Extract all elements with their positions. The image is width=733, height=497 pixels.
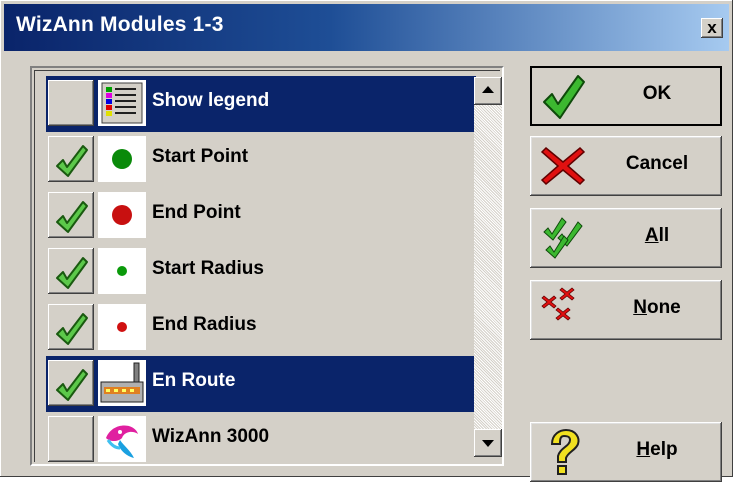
red-small-dot-icon	[98, 304, 146, 350]
list-item-label: End Radius	[152, 314, 257, 335]
checkbox-start-radius[interactable]	[48, 248, 94, 294]
window-title: WizAnn Modules 1-3	[16, 13, 224, 36]
double-checkmark-icon	[543, 217, 583, 259]
list-item-label: WizAnn 3000	[152, 426, 270, 447]
red-x-icon	[540, 146, 586, 186]
dialog-window: WizAnn Modules 1-3 x Show legend Start P…	[0, 0, 733, 482]
checkbox-en-route[interactable]	[48, 360, 94, 406]
checkbox-show-legend[interactable]	[48, 80, 94, 126]
list-item-start-point[interactable]: Start Point	[46, 132, 476, 188]
help-button[interactable]: Help	[530, 422, 722, 482]
list-item-show-legend[interactable]: Show legend	[46, 76, 476, 132]
green-large-dot-icon	[98, 136, 146, 182]
arrow-down-icon	[482, 440, 494, 447]
checkbox-wizann-3000[interactable]	[48, 416, 94, 462]
checkmark-icon	[56, 313, 88, 345]
checkmark-icon	[56, 145, 88, 177]
checkmark-icon	[56, 369, 88, 401]
title-bar[interactable]: WizAnn Modules 1-3 x	[4, 4, 729, 51]
help-label: Help	[636, 439, 678, 460]
list-item-label: Start Point	[152, 146, 249, 167]
green-small-dot-icon	[98, 248, 146, 294]
list-item-label: En Route	[152, 370, 236, 391]
close-button[interactable]: x	[701, 18, 723, 38]
factory-icon	[98, 360, 146, 406]
cancel-button[interactable]: Cancel	[530, 136, 722, 196]
checkbox-end-radius[interactable]	[48, 304, 94, 350]
list-item-start-radius[interactable]: Start Radius	[46, 244, 476, 300]
list-item-end-point[interactable]: End Point	[46, 188, 476, 244]
wizann-logo-icon	[98, 416, 146, 462]
none-label: None	[633, 297, 681, 318]
list-item-label: Show legend	[152, 90, 270, 111]
modules-list: Show legend Start Point End Point Start …	[30, 66, 504, 466]
list-item-label: End Point	[152, 202, 241, 223]
checkbox-start-point[interactable]	[48, 136, 94, 182]
checkmark-icon	[56, 201, 88, 233]
red-large-dot-icon	[98, 192, 146, 238]
legend-icon	[98, 80, 146, 126]
arrow-up-icon	[482, 86, 494, 93]
big-checkmark-icon	[543, 75, 585, 119]
question-mark-icon	[550, 428, 580, 475]
checkbox-end-point[interactable]	[48, 192, 94, 238]
list-item-label: Start Radius	[152, 258, 264, 279]
vertical-scrollbar[interactable]	[474, 77, 502, 457]
all-button[interactable]: All	[530, 208, 722, 268]
checkmark-icon	[56, 257, 88, 289]
multiple-red-x-icon	[541, 287, 575, 321]
list-item-wizann-3000[interactable]: WizAnn 3000	[46, 412, 476, 468]
list-item-en-route[interactable]: En Route	[46, 356, 476, 412]
scroll-up-button[interactable]	[474, 77, 502, 105]
scroll-down-button[interactable]	[474, 429, 502, 457]
ok-label: OK	[642, 83, 672, 104]
cancel-label: Cancel	[625, 153, 689, 174]
ok-button[interactable]: OK	[530, 66, 722, 126]
none-button[interactable]: None	[530, 280, 722, 340]
all-label: All	[644, 225, 670, 246]
list-item-end-radius[interactable]: End Radius	[46, 300, 476, 356]
